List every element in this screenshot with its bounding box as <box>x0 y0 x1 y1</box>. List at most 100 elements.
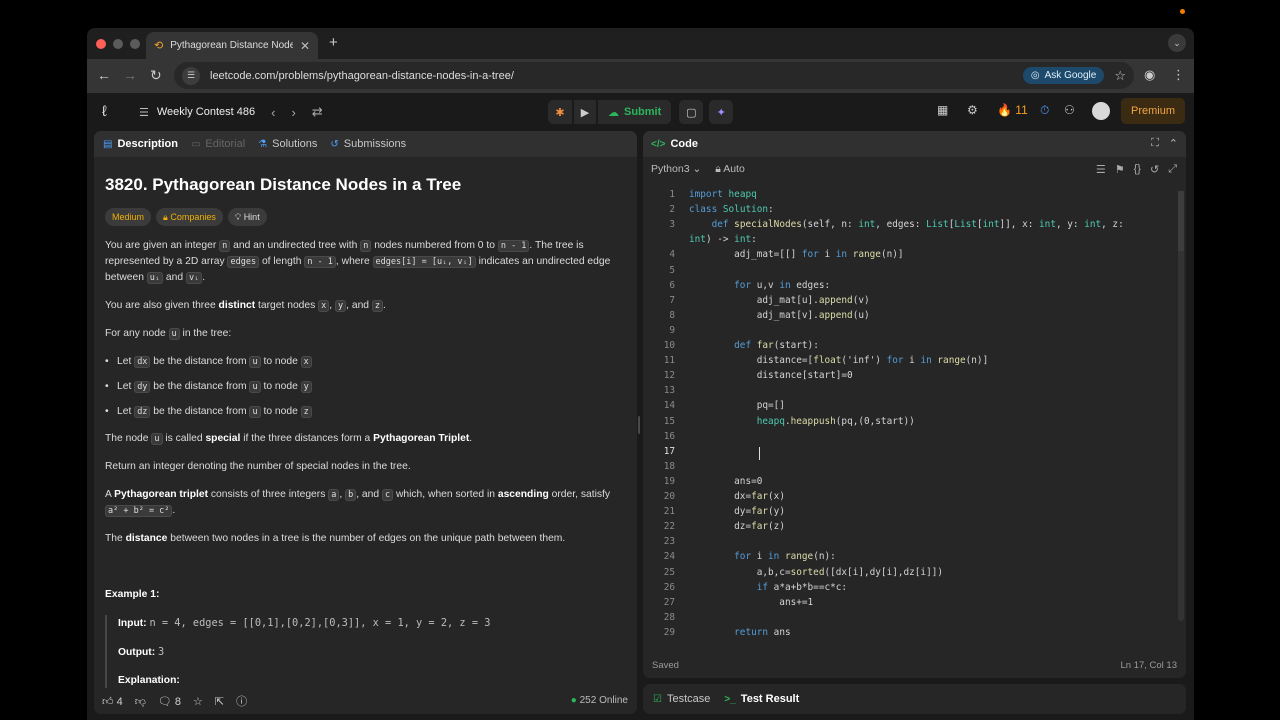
next-problem-icon[interactable]: › <box>291 105 295 120</box>
line-number: 5 <box>669 264 675 276</box>
example-1: Example 1: Input: n = 4, edges = [[0,1],… <box>105 587 626 689</box>
scrollbar-thumb[interactable] <box>1178 191 1184 251</box>
code-panel: </> Code ⛶ ⌃ Python3 ⌄ 🔒︎ Auto ☰ ⚑ {} ↺ … <box>643 131 1186 678</box>
code-line: dx=far(x) <box>689 491 785 502</box>
run-play-icon[interactable]: ▶ <box>574 100 596 124</box>
auto-mode-toggle[interactable]: 🔒︎ Auto <box>715 163 745 176</box>
format-lines-icon[interactable]: ☰ <box>1096 163 1106 176</box>
fullscreen-icon[interactable]: ⤢ <box>1168 163 1177 176</box>
companies-label: Companies <box>170 212 216 222</box>
code-line: int) -> int: <box>689 234 757 246</box>
like-button[interactable]: 👍︎ 4 <box>102 695 123 708</box>
code-header-controls: ⛶ ⌃ <box>1151 137 1178 150</box>
help-question-icon[interactable]: ⓘ <box>236 693 247 709</box>
description-footer: 👍︎ 4 👎︎ 🗨︎ 8 ☆ ⇱ ⓘ ● 252 Online <box>94 688 637 714</box>
debug-bug-icon[interactable]: ✱ <box>548 100 572 124</box>
code-line: def specialNodes(self, n: int, edges: Li… <box>711 219 1124 231</box>
browser-tab-active[interactable]: ⟲ Pythagorean Distance Nodes in a Tree ✕ <box>146 32 318 59</box>
panel-resize-handle[interactable] <box>638 416 640 434</box>
code-editor[interactable]: 1 import heapq 2 class Solution: 3 def speci… <box>643 187 1186 647</box>
profile-icon[interactable]: ◉ <box>1144 67 1155 83</box>
share-icon[interactable]: ⇱ <box>215 695 224 708</box>
notes-icon[interactable]: ▢ <box>679 100 704 124</box>
tab-editorial[interactable]: ▭ Editorial <box>191 138 245 150</box>
line-number: 6 <box>669 279 675 291</box>
example-box: Input: n = 4, edges = [[0,1],[0,2],[0,3]… <box>105 615 626 689</box>
dislike-icon[interactable]: 👎︎ <box>135 695 146 708</box>
address-bar[interactable]: ☰ leetcode.com/problems/pythagorean-dist… <box>174 62 1134 89</box>
line-number: 10 <box>663 340 675 351</box>
settings-gear-icon[interactable]: ⚙ <box>967 103 978 117</box>
editor-scrollbar[interactable] <box>1178 191 1184 621</box>
comment-count: 8 <box>174 695 182 708</box>
braces-icon[interactable]: {} <box>1134 163 1141 176</box>
tab-solutions[interactable]: ⚗ Solutions <box>258 138 317 150</box>
ask-google-button[interactable]: ◎ Ask Google <box>1022 67 1105 84</box>
site-settings-icon[interactable]: ☰ <box>182 66 200 85</box>
streak-counter[interactable]: 🔥 11 <box>997 103 1028 117</box>
tab-search-chevron-icon[interactable]: ⌄ <box>1168 34 1186 52</box>
chevron-down-icon: ⌄ <box>692 163 702 175</box>
collapse-chevron-icon[interactable]: ⌃ <box>1169 137 1178 150</box>
tab-testcase[interactable]: ☑ Testcase <box>653 693 710 705</box>
timer-icon[interactable]: ⏱ <box>1040 103 1049 118</box>
add-friend-icon[interactable]: ⚇ <box>1064 103 1075 117</box>
code-line: class Solution: <box>689 204 774 216</box>
user-avatar[interactable] <box>1092 102 1110 120</box>
ai-sparkle-icon[interactable]: ✦ <box>709 100 734 124</box>
problem-list-title[interactable]: Weekly Contest 486 <box>157 106 255 118</box>
history-icon: ↺ <box>330 138 339 150</box>
line-number: 27 <box>663 596 675 608</box>
code-line: pq=[] <box>689 400 785 412</box>
forward-arrow-icon[interactable]: → <box>123 67 137 83</box>
navigation-bar: ← → ↻ ☰ leetcode.com/problems/pythagorea… <box>87 59 1194 93</box>
submit-button[interactable]: ☁ Submit <box>598 100 672 124</box>
bookmark-star-icon[interactable]: ☆ <box>1114 68 1126 84</box>
code-line: distance[start]=0 <box>689 370 853 382</box>
code-brackets-icon: </> <box>651 138 666 150</box>
favorite-star-icon[interactable]: ☆ <box>193 695 203 708</box>
tab-editorial-label: Editorial <box>205 138 246 150</box>
document-icon: ▤ <box>103 138 113 150</box>
tab-description[interactable]: ▤ Description <box>103 138 178 150</box>
browser-menu-icon[interactable]: ⋮ <box>1172 67 1185 83</box>
companies-tag[interactable]: 🔒︎ Companies <box>156 208 223 226</box>
tab-submissions[interactable]: ↺ Submissions <box>330 138 406 150</box>
leetcode-logo-icon[interactable]: ℓ <box>102 103 107 120</box>
reload-icon[interactable]: ↻ <box>150 67 162 84</box>
code-line: return ans <box>734 626 791 638</box>
tab-strip: ⟲ Pythagorean Distance Nodes in a Tree ✕… <box>87 28 1194 59</box>
example-title: Example 1: <box>105 589 160 600</box>
comments-button[interactable]: 🗨︎ 8 <box>158 695 181 708</box>
close-window-button[interactable] <box>96 39 106 49</box>
reset-icon[interactable]: ↺ <box>1150 163 1159 176</box>
tab-test-result-label: Test Result <box>740 693 800 705</box>
list-icon[interactable]: ☰ <box>139 106 149 119</box>
prev-problem-icon[interactable]: ‹ <box>271 105 275 120</box>
submit-label: Submit <box>624 106 662 118</box>
language-select[interactable]: Python3 ⌄ <box>651 163 701 175</box>
terminal-icon: >_ <box>724 693 736 705</box>
online-counter: ● 252 Online <box>571 695 628 706</box>
new-tab-plus-icon[interactable]: + <box>329 34 338 51</box>
maximize-icon[interactable]: ⛶ <box>1151 137 1159 150</box>
back-arrow-icon[interactable]: ← <box>97 67 111 83</box>
problem-paragraph-5: Return an integer denoting the number of… <box>105 461 411 472</box>
google-lens-icon: ◎ <box>1030 70 1040 81</box>
tab-test-result[interactable]: >_ Test Result <box>724 693 799 705</box>
close-tab-icon[interactable]: ✕ <box>300 39 310 53</box>
line-number: 20 <box>663 491 675 502</box>
line-number: 28 <box>663 611 675 623</box>
online-dot-icon: ● <box>570 695 577 706</box>
url-text: leetcode.com/problems/pythagorean-distan… <box>210 69 514 82</box>
minimize-window-button[interactable] <box>113 39 123 49</box>
browser-window: ⟲ Pythagorean Distance Nodes in a Tree ✕… <box>87 28 1194 720</box>
shuffle-icon[interactable]: ⇄ <box>312 104 323 120</box>
maximize-window-button[interactable] <box>130 39 140 49</box>
code-line: a,b,c=sorted([dx[i],dy[i],dz[i]]) <box>689 566 944 578</box>
layout-grid-icon[interactable]: ▦ <box>937 103 948 117</box>
premium-button[interactable]: Premium <box>1120 98 1185 124</box>
hint-tag[interactable]: 💡︎ Hint <box>227 208 267 226</box>
line-number: 22 <box>663 521 675 533</box>
bookmark-icon[interactable]: ⚑ <box>1115 163 1125 176</box>
